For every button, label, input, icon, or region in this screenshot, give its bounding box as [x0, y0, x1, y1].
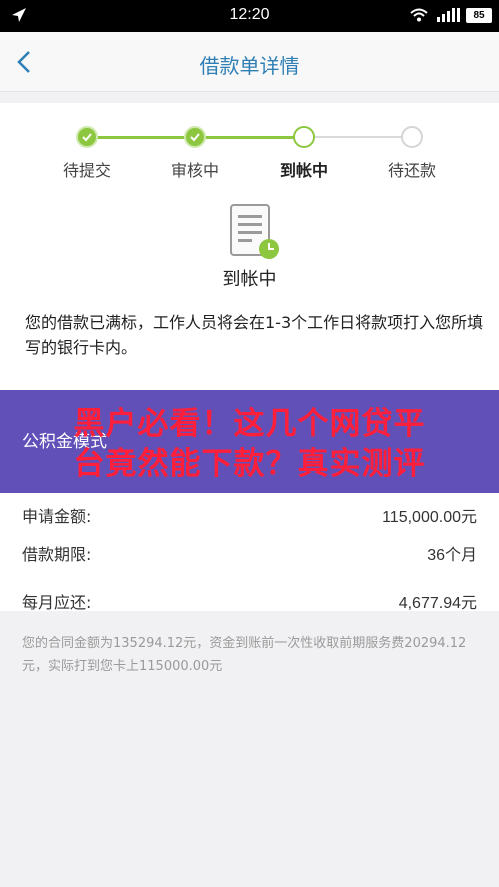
step-dot-repay [401, 126, 423, 148]
wifi-icon [410, 8, 428, 22]
step-label-review: 审核中 [170, 161, 219, 180]
check-icon [190, 133, 200, 142]
detail-row-term: 借款期限: 36个月 [0, 531, 499, 571]
detail-value: 4,677.94元 [398, 595, 477, 612]
step-label-arriving: 到帐中 [279, 161, 328, 180]
nav-bar: 借款单详情 [0, 32, 499, 92]
battery-icon: 85 [466, 8, 492, 23]
notice-text: 您的借款已满标，工作人员将会在1-3个工作日将款项打入您所填写的银行卡内。 [25, 313, 484, 357]
status-title: 到帐中 [222, 269, 277, 290]
detail-value: 115,000.00元 [382, 509, 477, 526]
step-dot-submitted [76, 126, 98, 148]
step-dot-arriving [293, 126, 315, 148]
promo-headline-line1: 黑户必看！这几个网贷平 [73, 406, 426, 442]
loan-details: 申请金额: 115,000.00元 借款期限: 36个月 每月应还: 4,677… [0, 493, 499, 612]
check-icon [82, 133, 92, 142]
promo-headline: 黑户必看！这几个网贷平 台竟然能下款？真实测评 [0, 404, 499, 484]
status-bar: 12:20 85 [0, 0, 499, 32]
signal-icon [437, 8, 460, 22]
promo-headline-line2: 台竟然能下款？真实测评 [73, 446, 426, 482]
detail-row-amount: 申请金额: 115,000.00元 [0, 493, 499, 533]
detail-label: 借款期限: [22, 545, 92, 564]
step-dot-review [184, 126, 206, 148]
progress-card: 待提交 审核中 到帐中 待还款 到帐中 您的借款已满标，工作人员将会在1-3个工… [0, 103, 499, 393]
promo-overlay-banner: 公积金模式 黑户必看！这几个网贷平 台竟然能下款？真实测评 [0, 390, 499, 493]
detail-label: 每月应还: [22, 593, 92, 612]
detail-value: 36个月 [427, 547, 477, 564]
detail-label: 申请金额: [22, 507, 92, 526]
document-clock-icon [230, 204, 279, 259]
step-label-repay: 待还款 [387, 161, 436, 180]
progress-line-pending [304, 136, 412, 138]
contract-footnote: 您的合同金额为135294.12元，资金到账前一次性收取前期服务费20294.1… [22, 636, 467, 674]
page-title: 借款单详情 [199, 54, 300, 78]
step-label-submitted: 待提交 [62, 161, 111, 180]
